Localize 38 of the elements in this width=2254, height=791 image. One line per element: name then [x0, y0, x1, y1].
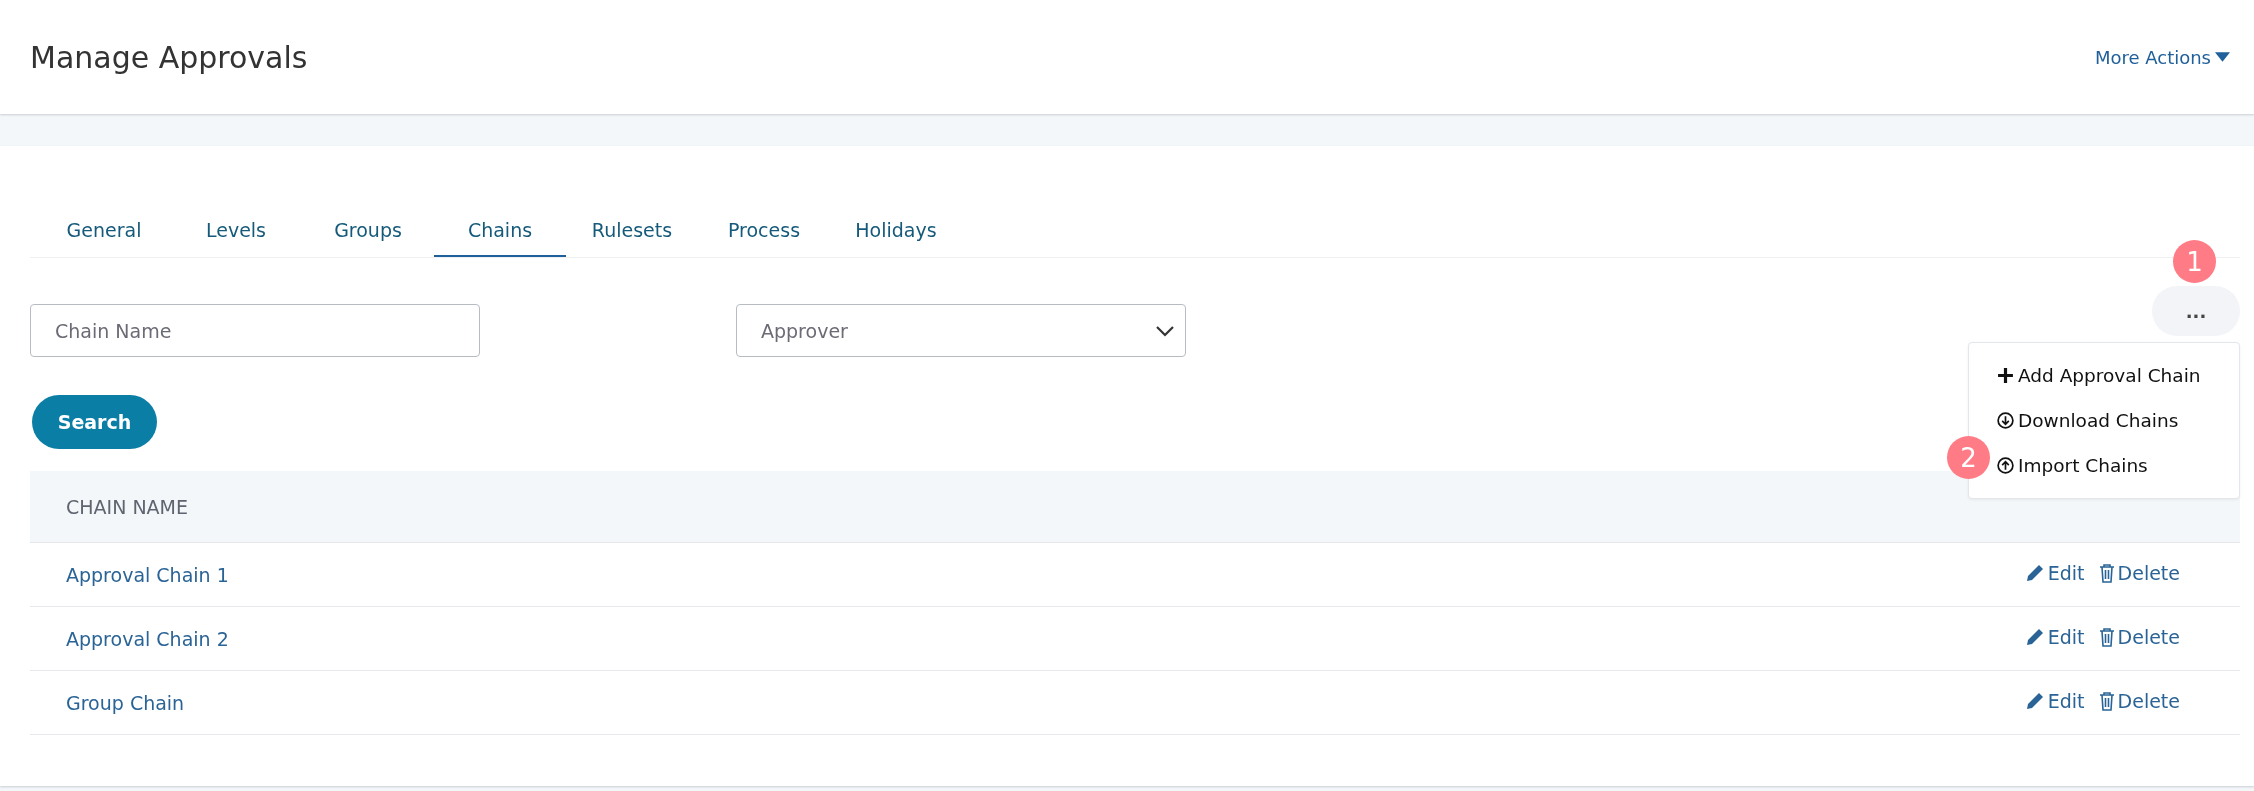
- delete-link[interactable]: Delete: [2098, 690, 2180, 712]
- edit-link[interactable]: Edit: [2024, 690, 2085, 712]
- page-title: Manage Approvals: [30, 39, 308, 75]
- chain-name-link[interactable]: Approval Chain 1: [66, 563, 229, 586]
- chain-name-link[interactable]: Group Chain: [66, 691, 185, 714]
- delete-link[interactable]: Delete: [2098, 562, 2180, 584]
- step-marker: 1: [2173, 240, 2216, 283]
- menu-item[interactable]: Download Chains: [1997, 398, 2239, 443]
- plus-icon: [1997, 367, 2014, 384]
- pencil-icon: [2024, 691, 2045, 711]
- column-header: CHAIN NAME: [30, 471, 989, 543]
- approver-dropdown[interactable]: Approver: [736, 304, 1186, 357]
- chevron-down-icon: [1155, 324, 1175, 337]
- chain-name-field[interactable]: Chain Name: [30, 304, 480, 357]
- pencil-icon: [2024, 627, 2045, 647]
- overflow-menu-button[interactable]: ...: [2152, 286, 2240, 336]
- tab[interactable]: Rulesets: [566, 206, 698, 257]
- chain-name-link[interactable]: Approval Chain 2: [66, 627, 229, 650]
- tab[interactable]: Process: [698, 206, 830, 257]
- tab[interactable]: General: [38, 206, 170, 257]
- delete-link[interactable]: Delete: [2098, 626, 2180, 648]
- trash-icon: [2098, 627, 2115, 647]
- search-button[interactable]: Search: [32, 395, 157, 449]
- trash-icon: [2098, 691, 2115, 711]
- trash-icon: [2098, 563, 2115, 583]
- edit-link[interactable]: Edit: [2024, 626, 2085, 648]
- upload-icon: [1997, 457, 2014, 474]
- pencil-icon: [2024, 563, 2045, 583]
- tab[interactable]: Holidays: [830, 206, 962, 257]
- menu-item[interactable]: Add Approval Chain: [1997, 353, 2239, 398]
- tab[interactable]: Levels: [170, 206, 302, 257]
- caret-icon: [2215, 52, 2230, 62]
- download-icon: [1997, 412, 2014, 429]
- more-actions-button[interactable]: More Actions: [2094, 46, 2230, 68]
- tab[interactable]: Chains: [434, 206, 566, 257]
- tab[interactable]: Groups: [302, 206, 434, 257]
- edit-link[interactable]: Edit: [2024, 562, 2085, 584]
- menu-item[interactable]: Import Chains: [1997, 443, 2239, 488]
